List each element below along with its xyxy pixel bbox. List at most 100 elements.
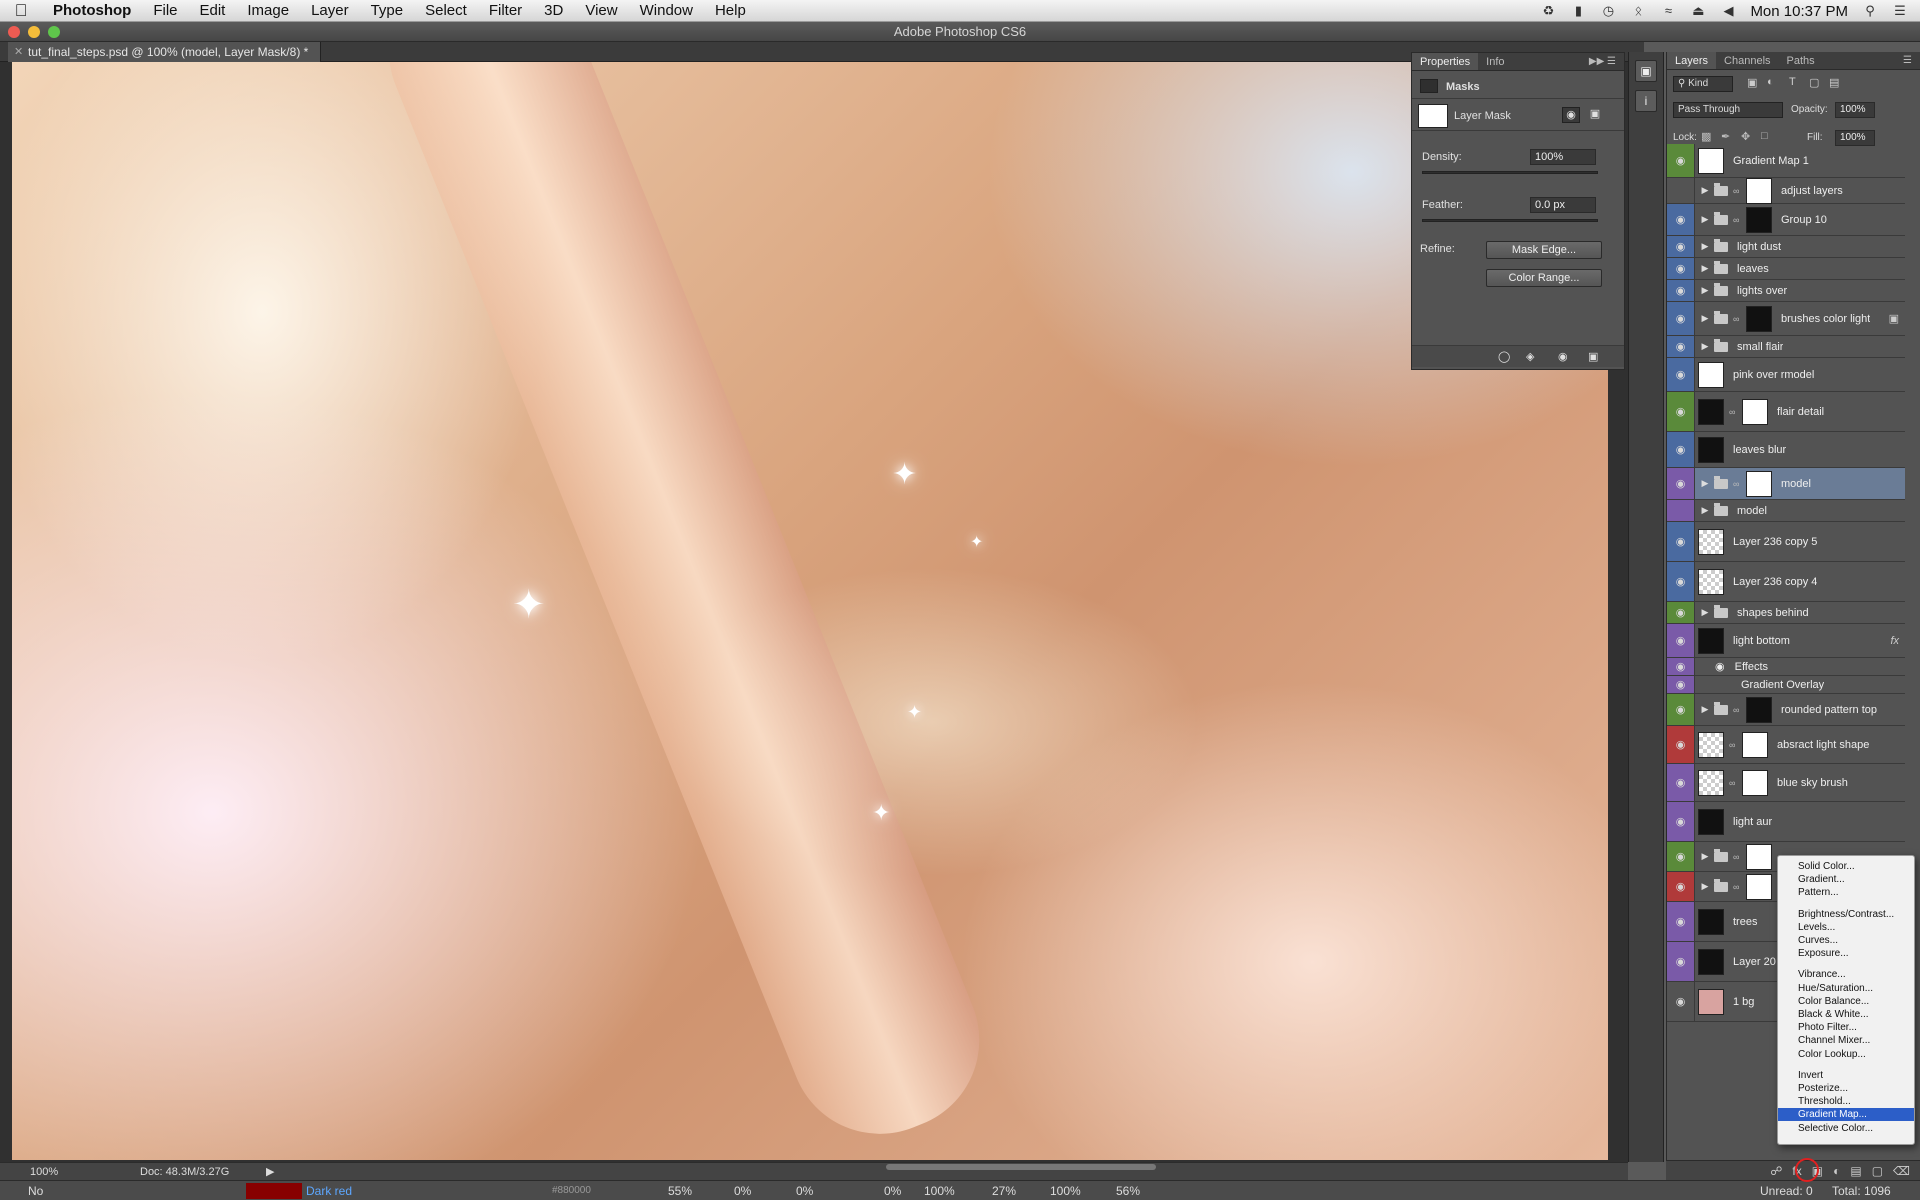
density-field[interactable]: 100% (1530, 149, 1596, 165)
layer-visibility-eye-icon[interactable]: ◉ (1667, 302, 1695, 335)
layer-row[interactable]: ◉ Layer 236 copy 4 (1667, 562, 1905, 602)
layer-row[interactable]: ◉ ∞ flair detail (1667, 392, 1905, 432)
adjustment-menu-item[interactable]: Solid Color... (1778, 860, 1914, 873)
adjustment-menu-item[interactable]: Color Lookup... (1778, 1048, 1914, 1061)
adjustment-menu-item[interactable]: Hue/Saturation... (1778, 982, 1914, 995)
layer-visibility-eye-icon[interactable]: ◉ (1667, 432, 1695, 467)
layer-thumbnail[interactable] (1746, 873, 1772, 900)
wifi-icon[interactable]: ≈ (1660, 4, 1676, 18)
layer-visibility-eye-icon[interactable]: ◉ (1667, 982, 1695, 1021)
adjustment-menu-item[interactable]: Selective Color... (1778, 1122, 1914, 1135)
adjustment-menu-item[interactable]: Invert (1778, 1069, 1914, 1082)
filter-adjustment-icon[interactable]: ◐ (1767, 76, 1774, 88)
mask-edge-button[interactable]: Mask Edge... (1486, 241, 1602, 259)
effects-eye-icon[interactable]: ◉ (1715, 660, 1725, 673)
layer-visibility-eye-icon[interactable]: ◉ (1667, 258, 1695, 279)
tab-channels[interactable]: Channels (1716, 52, 1778, 69)
link-chain-icon[interactable]: ∞ (1733, 186, 1741, 196)
layer-visibility-eye-icon[interactable]: ◉ (1667, 624, 1695, 657)
fx-icon[interactable]: fx (1890, 635, 1899, 647)
spotlight-icon[interactable]: ⚲ (1862, 4, 1878, 18)
layer-thumbnail[interactable] (1698, 147, 1724, 174)
layer-thumbnail[interactable] (1746, 177, 1772, 204)
expand-arrow-icon[interactable]: ▶ (1699, 285, 1711, 296)
layer-row[interactable]: ◉ ▶ shapes behind (1667, 602, 1905, 624)
lock-pixels-icon[interactable]: ✒ (1721, 130, 1730, 143)
layer-row[interactable]: ◉ ◉ Effects (1667, 658, 1905, 676)
layer-thumbnail[interactable] (1746, 305, 1772, 332)
feather-slider[interactable] (1422, 219, 1598, 222)
adjustment-menu-item[interactable]: Pattern... (1778, 886, 1914, 899)
layer-visibility-eye-icon[interactable]: ◉ (1667, 942, 1695, 981)
density-slider[interactable] (1422, 171, 1598, 174)
layer-row[interactable]: ◉ ▶ leaves (1667, 258, 1905, 280)
expand-arrow-icon[interactable]: ▶ (1699, 607, 1711, 618)
doc-size[interactable]: Doc: 48.3M/3.27G (140, 1163, 229, 1181)
menu-3d[interactable]: 3D (533, 0, 574, 22)
layer-row[interactable]: ◉ ▶ ∞ rounded pattern top (1667, 694, 1905, 726)
adjustment-menu-item[interactable]: Threshold... (1778, 1095, 1914, 1108)
blend-mode-select[interactable]: Pass Through (1673, 102, 1783, 118)
menubar-clock[interactable]: Mon 10:37 PM (1750, 3, 1848, 20)
link-chain-icon[interactable]: ∞ (1729, 407, 1737, 417)
layer-visibility-eye-icon[interactable]: ◉ (1667, 764, 1695, 801)
menu-window[interactable]: Window (629, 0, 704, 22)
layer-visibility-eye-icon[interactable]: ◉ (1667, 802, 1695, 841)
layer-row[interactable]: ◉ ∞ blue sky brush (1667, 764, 1905, 802)
layer-thumbnail[interactable] (1742, 731, 1768, 758)
layer-row[interactable]: ▶ ∞ adjust layers (1667, 177, 1905, 204)
layer-visibility-eye-icon[interactable] (1667, 500, 1695, 521)
layer-visibility-eye-icon[interactable] (1667, 178, 1695, 203)
expand-arrow-icon[interactable]: ▶ (1699, 263, 1711, 274)
layer-thumbnail[interactable] (1698, 436, 1724, 463)
layer-thumbnail[interactable] (1698, 769, 1724, 796)
minimize-window-icon[interactable] (28, 26, 40, 38)
menu-type[interactable]: Type (360, 0, 415, 22)
adjustment-menu-item[interactable]: Curves... (1778, 934, 1914, 947)
expand-arrow-icon[interactable]: ▶ (1699, 313, 1711, 324)
link-chain-icon[interactable]: ∞ (1733, 882, 1741, 892)
eject-icon[interactable]: ⏏ (1690, 4, 1706, 18)
delete-mask-icon[interactable]: ▣ (1588, 350, 1598, 363)
status-arrow-icon[interactable]: ▶ (266, 1163, 274, 1181)
link-chain-icon[interactable]: ∞ (1729, 778, 1737, 788)
lock-position-icon[interactable]: ✥ (1741, 130, 1750, 143)
layer-visibility-eye-icon[interactable]: ◉ (1667, 872, 1695, 901)
lock-transparent-icon[interactable]: ▩ (1701, 130, 1711, 143)
layer-thumbnail[interactable] (1698, 808, 1724, 835)
layer-thumbnail[interactable] (1746, 470, 1772, 497)
filter-type-icon[interactable]: T (1789, 76, 1796, 88)
tab-paths[interactable]: Paths (1779, 52, 1823, 69)
feather-field[interactable]: 0.0 px (1530, 197, 1596, 213)
layer-visibility-eye-icon[interactable]: ◉ (1667, 658, 1695, 675)
horizontal-scrollbar[interactable] (886, 1164, 1156, 1170)
adjustment-menu-item[interactable]: Color Balance... (1778, 995, 1914, 1008)
properties-dock-icon[interactable]: ▣ (1635, 60, 1657, 82)
layer-visibility-eye-icon[interactable]: ◉ (1667, 358, 1695, 391)
layer-row[interactable]: ◉ pink over rmodel (1667, 358, 1905, 392)
filter-shape-icon[interactable]: ▢ (1809, 76, 1819, 89)
layer-row[interactable]: ◉ ▶ small flair (1667, 336, 1905, 358)
layer-visibility-eye-icon[interactable]: ◉ (1667, 280, 1695, 301)
battery-icon[interactable]: ▮ (1570, 4, 1586, 18)
layer-thumbnail[interactable] (1698, 568, 1724, 595)
layer-row[interactable]: ◉ Layer 236 copy 5 (1667, 522, 1905, 562)
adjustment-menu-item[interactable]: Levels... (1778, 921, 1914, 934)
new-layer-icon[interactable]: ▢ (1872, 1164, 1883, 1178)
layer-visibility-eye-icon[interactable]: ◉ (1667, 562, 1695, 601)
menu-file[interactable]: File (142, 0, 188, 22)
link-chain-icon[interactable]: ∞ (1733, 479, 1741, 489)
lock-all-icon[interactable]: □ (1761, 130, 1768, 142)
adjustment-menu-item[interactable]: Exposure... (1778, 947, 1914, 960)
link-layers-icon[interactable]: ☍ (1770, 1164, 1782, 1178)
layer-thumbnail[interactable] (1742, 769, 1768, 796)
adjustment-menu-item[interactable]: Gradient Map... (1778, 1108, 1914, 1122)
link-chain-icon[interactable]: ∞ (1733, 705, 1741, 715)
new-adjustment-layer-icon[interactable]: ◐ (1833, 1164, 1840, 1178)
layer-row[interactable]: ◉ Gradient Map 1 (1667, 144, 1905, 178)
layer-thumbnail[interactable] (1698, 731, 1724, 758)
adjustment-menu-item[interactable]: Gradient... (1778, 873, 1914, 886)
new-group-icon[interactable]: ▤ (1850, 1164, 1861, 1178)
layer-row[interactable]: ◉ ▶ lights over (1667, 280, 1905, 302)
expand-arrow-icon[interactable]: ▶ (1699, 505, 1711, 516)
